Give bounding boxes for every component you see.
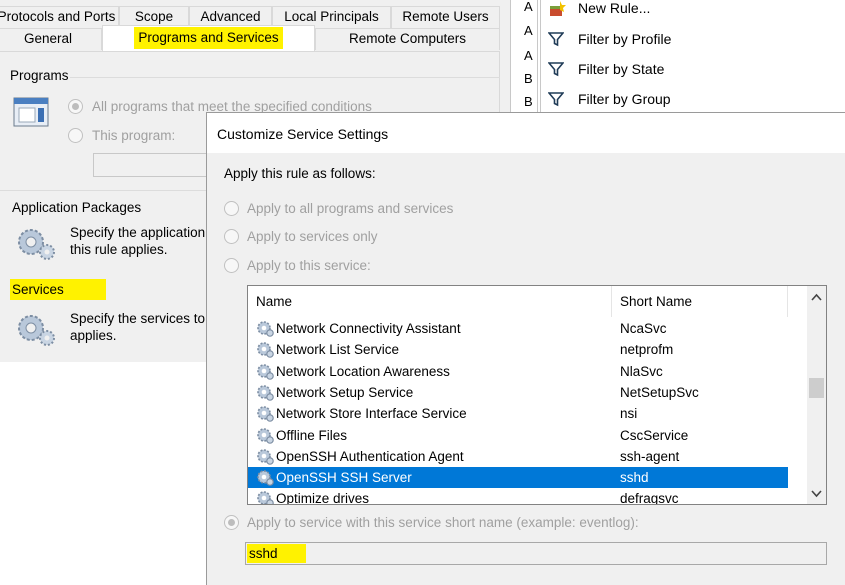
service-row[interactable]: OpenSSH SSH Server sshd: [248, 467, 788, 489]
service-name: Network Setup Service: [276, 384, 414, 400]
rule-list-cell: A: [524, 0, 533, 14]
service-short-name: sshd: [620, 470, 649, 486]
program-window-icon: [13, 97, 49, 127]
group-divider: [0, 190, 206, 191]
group-divider: [70, 77, 500, 78]
service-row[interactable]: Network Location Awareness NlaSvc: [248, 361, 788, 382]
program-path-input[interactable]: [93, 153, 213, 177]
filter-by-profile-action[interactable]: Filter by Profile: [578, 31, 671, 47]
rule-list-cell: B: [524, 71, 533, 86]
service-name: Network List Service: [276, 342, 400, 358]
all-programs-radio[interactable]: [68, 99, 83, 114]
column-header-short-name[interactable]: Short Name: [612, 286, 788, 317]
this-service-radio[interactable]: [224, 258, 239, 273]
scroll-down-arrow-icon[interactable]: [811, 490, 822, 498]
rule-list-cell: A: [524, 23, 533, 38]
new-rule-action[interactable]: New Rule...: [578, 0, 650, 16]
service-row[interactable]: Offline Files CscService: [248, 425, 788, 446]
short-name-label: Apply to service with this service short…: [247, 515, 639, 530]
services-only-label: Apply to services only: [247, 229, 378, 244]
service-short-name: NlaSvc: [620, 363, 663, 379]
service-row[interactable]: Network Store Interface Service nsi: [248, 403, 788, 424]
service-short-name: defragsvc: [620, 491, 679, 505]
app-packages-desc: this rule applies.: [70, 242, 168, 257]
action-label: New Rule...: [578, 0, 651, 16]
service-name: OpenSSH SSH Server: [276, 470, 412, 486]
service-name: Network Location Awareness: [276, 363, 450, 379]
apply-all-radio[interactable]: [224, 201, 239, 216]
service-name: Optimize drives: [276, 491, 370, 505]
this-service-label: Apply to this service:: [247, 258, 371, 273]
tab-label: General: [23, 31, 73, 46]
apply-all-label: Apply to all programs and services: [247, 201, 454, 216]
pane-divider: [510, 0, 511, 112]
service-name: Offline Files: [276, 427, 348, 443]
short-name-value: sshd: [247, 544, 306, 563]
tab-general[interactable]: General: [0, 28, 102, 50]
service-row[interactable]: Network Setup Service NetSetupSvc: [248, 382, 788, 403]
dialog-titlebar: Customize Service Settings: [207, 113, 845, 153]
service-name: OpenSSH Authentication Agent: [276, 448, 464, 464]
service-row[interactable]: Optimize drives defragsvc: [248, 488, 788, 505]
scroll-up-arrow-icon[interactable]: [811, 293, 822, 301]
service-short-name: NcaSvc: [620, 321, 667, 336]
filter-icon: [548, 92, 564, 107]
services-title: Services: [10, 279, 106, 300]
tab-label: Remote Computers: [348, 31, 467, 46]
service-short-name: nsi: [620, 406, 638, 422]
service-row[interactable]: Network Connectivity Assistant NcaSvc: [248, 318, 788, 339]
tab-label: Remote Users: [402, 9, 489, 24]
this-program-label: This program:: [92, 128, 176, 143]
tab-label: Protocols and Ports: [0, 9, 116, 24]
services-only-radio[interactable]: [224, 229, 239, 244]
filter-by-group-action[interactable]: Filter by Group: [578, 91, 671, 107]
dialog-title: Customize Service Settings: [217, 126, 389, 142]
tab-label: Programs and Services: [134, 27, 283, 49]
gears-icon: [18, 315, 55, 346]
short-name-input[interactable]: sshd: [245, 542, 827, 565]
apply-rule-label: Apply this rule as follows:: [224, 166, 376, 181]
service-name: Network Connectivity Assistant: [276, 321, 461, 336]
filter-icon: [548, 62, 564, 77]
column-label: Name: [256, 294, 293, 309]
service-row[interactable]: Network List Service netprofm: [248, 339, 788, 360]
action-label: Filter by Profile: [578, 31, 672, 47]
this-program-radio[interactable]: [68, 128, 83, 143]
tab-remote-users[interactable]: Remote Users: [391, 6, 500, 28]
app-packages-title: Application Packages: [12, 200, 142, 215]
column-label: Short Name: [620, 294, 693, 309]
column-header-name[interactable]: Name: [248, 286, 612, 317]
service-short-name: ssh-agent: [620, 448, 680, 464]
programs-group-title: Programs: [10, 68, 69, 83]
tab-programs-and-services[interactable]: Programs and Services: [102, 25, 315, 52]
service-row[interactable]: OpenSSH Authentication Agent ssh-agent: [248, 446, 788, 467]
rule-list-cell: A: [524, 48, 533, 63]
gears-icon: [18, 229, 55, 260]
tab-remote-computers[interactable]: Remote Computers: [315, 28, 500, 50]
action-label: Filter by Group: [578, 91, 671, 107]
service-short-name: NetSetupSvc: [620, 384, 699, 400]
pane-divider: [540, 0, 541, 112]
pane-divider: [537, 0, 538, 112]
service-gear-icon: [256, 490, 274, 504]
tab-label: Scope: [134, 9, 174, 24]
app-packages-desc: Specify the application: [70, 225, 206, 240]
action-label: Filter by State: [578, 61, 665, 77]
list-scrollbar[interactable]: [807, 286, 826, 504]
customize-service-settings-dialog: Customize Service Settings Apply this ru…: [206, 112, 845, 585]
filter-by-state-action[interactable]: Filter by State: [578, 61, 664, 77]
filter-icon: [548, 32, 564, 47]
service-list[interactable]: Name Short Name Network Connectivity Ass…: [247, 285, 827, 505]
service-short-name: CscService: [620, 427, 689, 443]
short-name-radio[interactable]: [224, 515, 239, 530]
services-desc: Specify the services to: [70, 311, 206, 326]
tab-label: Advanced: [200, 9, 261, 24]
rule-list-cell: B: [524, 94, 533, 109]
service-name: Network Store Interface Service: [276, 406, 467, 422]
services-desc: applies.: [70, 328, 117, 343]
tab-label: Local Principals: [284, 9, 379, 24]
service-short-name: netprofm: [620, 342, 674, 358]
new-rule-icon: [550, 1, 566, 16]
scrollbar-thumb[interactable]: [809, 378, 824, 398]
